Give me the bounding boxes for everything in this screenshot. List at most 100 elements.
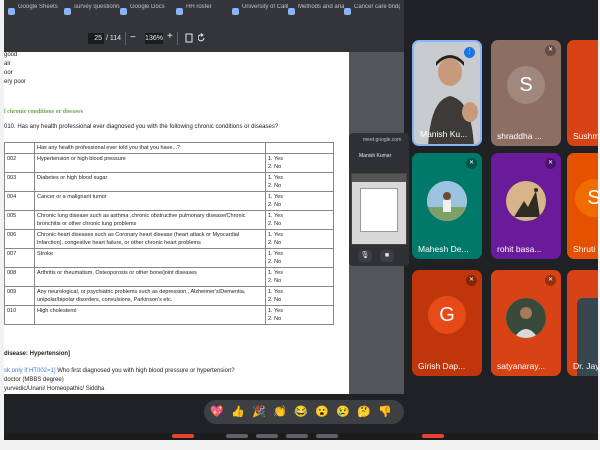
- fit-page-icon[interactable]: [185, 33, 193, 43]
- zoom-in-button[interactable]: +: [167, 31, 173, 42]
- laugh-reaction-button[interactable]: 😂: [294, 405, 308, 419]
- row-text: High cholesterol: [34, 305, 266, 325]
- participant-name: Mahesh De...: [418, 244, 469, 254]
- row-code: 002: [4, 153, 35, 173]
- end-call-button[interactable]: [422, 434, 444, 438]
- table-row: 005 Chronic lung disease such as asthma …: [4, 210, 334, 230]
- option-text: ery poor: [4, 79, 27, 85]
- page-number-input[interactable]: 25: [88, 33, 104, 44]
- option-yes: 1. Yes: [268, 308, 283, 314]
- row-text: Hypertension or high blood pressure: [34, 153, 266, 173]
- section-heading: l chronic conditions or diseases: [4, 109, 84, 115]
- avatar: S: [575, 179, 598, 217]
- page-total: / 114: [106, 35, 122, 42]
- row-options: 1. Yes 2. No: [265, 210, 334, 230]
- participant-name: Dr. Jay: [573, 361, 598, 371]
- participant-tile[interactable]: Dr. Jay: [567, 270, 598, 376]
- row-code: 010: [4, 305, 35, 325]
- ask-question: Who first diagnosed you with high blood …: [57, 368, 235, 374]
- avatar-photo: [506, 181, 546, 221]
- thinking-reaction-button[interactable]: 🤔: [357, 405, 371, 419]
- option-yes: 1. Yes: [268, 289, 283, 295]
- option-text: good: [4, 52, 18, 58]
- option-yes: 1. Yes: [268, 251, 283, 257]
- participant-name: satyanaray...: [497, 361, 546, 371]
- leave-call-button[interactable]: [172, 434, 194, 438]
- clap-reaction-button[interactable]: 👏: [273, 405, 287, 419]
- browser-tab[interactable]: HH roster: [174, 4, 232, 20]
- camera-icon: ■: [384, 252, 390, 259]
- picture-in-picture-window[interactable]: meet.google.com Manish Kumar 🎙 ■: [349, 133, 409, 266]
- option-yes: 1. Yes: [268, 175, 283, 181]
- participant-tile[interactable]: ✕ Mahesh De...: [412, 153, 482, 259]
- table-row: 010 High cholesterol 1. Yes 2. No: [4, 305, 334, 325]
- row-code: 004: [4, 191, 35, 211]
- control-button[interactable]: [286, 434, 308, 438]
- table-row: 007 Stroke 1. Yes 2. No: [4, 248, 334, 268]
- heart-reaction-button[interactable]: 💖: [210, 405, 224, 419]
- table-cell: [4, 142, 35, 154]
- avatar: [427, 181, 467, 221]
- control-button[interactable]: [316, 434, 338, 438]
- zoom-level-input[interactable]: 136%: [145, 33, 163, 44]
- control-button[interactable]: [226, 434, 248, 438]
- toolbar-divider: [125, 32, 126, 45]
- browser-tab[interactable]: Cancer care bridge: [342, 4, 400, 20]
- pip-url: meet.google.com: [363, 137, 402, 143]
- avatar: G: [428, 296, 466, 334]
- participant-name: rohit basa...: [497, 244, 542, 254]
- sad-reaction-button[interactable]: 😢: [336, 405, 350, 419]
- rotate-icon[interactable]: [198, 33, 206, 43]
- mic-off-icon: ✕: [545, 158, 556, 169]
- browser-tab[interactable]: Google Docs: [118, 4, 176, 20]
- toolbar-divider: [177, 32, 178, 45]
- browser-tab-strip: Google Sheets survey questionnaire Googl…: [4, 0, 404, 24]
- option-no: 2. No: [268, 240, 282, 246]
- mic-button[interactable]: 🎙: [358, 250, 372, 262]
- mic-off-icon: ✕: [545, 275, 556, 286]
- option-yes: 1. Yes: [268, 194, 283, 200]
- row-text: Stroke: [34, 248, 266, 268]
- row-options: 1. Yes 2. No: [265, 172, 334, 192]
- participant-name: Shruti: [573, 244, 596, 254]
- mic-off-icon: ✕: [466, 275, 477, 286]
- thumbs-up-reaction-button[interactable]: 👍: [231, 405, 245, 419]
- browser-tab[interactable]: Google Sheets: [6, 4, 64, 20]
- participant-name: shraddha ...: [497, 131, 542, 141]
- pdf-page: good air oor ery poor l chronic conditio…: [4, 52, 349, 394]
- participant-tile[interactable]: S Shruti: [567, 153, 598, 259]
- option-no: 2. No: [268, 221, 282, 227]
- table-row: 008 Arthritis or rheumatism, Osteoporosi…: [4, 267, 334, 287]
- row-options: 1. Yes 2. No: [265, 191, 334, 211]
- row-text: Any neurological, or psychiatric problem…: [34, 286, 266, 306]
- participant-tile[interactable]: ✕ satyanaray...: [491, 270, 561, 376]
- table-row: 006 Chronic heart diseases such as Coron…: [4, 229, 334, 249]
- participant-tile[interactable]: G ✕ Girish Dap...: [412, 270, 482, 376]
- option-no: 2. No: [268, 202, 282, 208]
- participant-tile[interactable]: ⋮ Manish Ku...: [412, 40, 482, 146]
- option-no: 2. No: [268, 297, 282, 303]
- camera-button[interactable]: ■: [380, 250, 394, 262]
- thumbs-down-reaction-button[interactable]: 👎: [378, 405, 392, 419]
- pdf-toolbar: 25 / 114 − 136% +: [4, 24, 404, 52]
- option-no: 2. No: [268, 164, 282, 170]
- row-code: 008: [4, 267, 35, 287]
- table-header-cell: Has any health professional ever told yo…: [34, 142, 266, 154]
- participant-tile[interactable]: Sushma: [567, 40, 598, 146]
- preview-toolbar: [352, 174, 406, 182]
- browser-tab[interactable]: survey questionnaire: [62, 4, 120, 20]
- avatar: S: [507, 66, 545, 104]
- table-row: 003 Diabetes or high blood sugar 1. Yes 2…: [4, 172, 334, 192]
- mic-off-icon: ✕: [545, 45, 556, 56]
- zoom-out-button[interactable]: −: [130, 32, 136, 43]
- answer-option: doctor (MBBS degree): [4, 377, 64, 383]
- participant-tile[interactable]: ✕ rohit basa...: [491, 153, 561, 259]
- party-reaction-button[interactable]: 🎉: [252, 405, 266, 419]
- control-button[interactable]: [256, 434, 278, 438]
- table-row: 009 Any neurological, or psychiatric pro…: [4, 286, 334, 306]
- browser-tab[interactable]: University of California: [230, 4, 288, 20]
- row-options: 1. Yes 2. No: [265, 305, 334, 325]
- browser-tab[interactable]: Methods and analysis: [286, 4, 344, 20]
- surprised-reaction-button[interactable]: 😮: [315, 405, 329, 419]
- participant-tile[interactable]: S ✕ shraddha ...: [491, 40, 561, 146]
